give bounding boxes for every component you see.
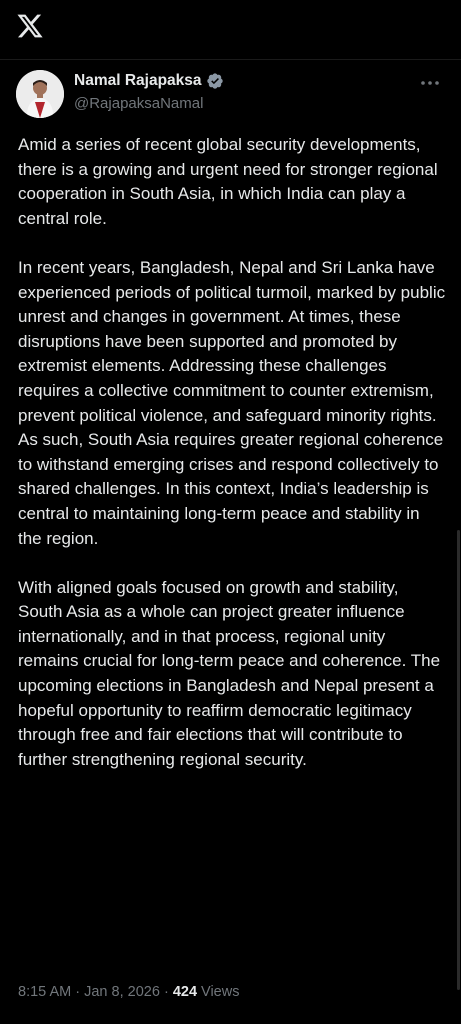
views-count[interactable]: 424 [173,984,197,1000]
verified-badge-icon [206,73,223,89]
tweet-text: Amid a series of recent global security … [18,133,446,772]
author-handle[interactable]: @RajapaksaNamal [74,95,203,112]
tweet-paragraph: With aligned goals focused on growth and… [18,577,441,769]
author-name-row: Namal Rajapaksa [74,72,224,90]
tweet-author: Namal Rajapaksa @RajapaksaNamal [16,70,445,120]
scrollbar[interactable] [457,530,460,990]
meta-separator: · [163,984,169,1000]
tweet-date[interactable]: Jan 8, 2026 [84,984,160,1000]
tweet-paragraph: In recent years, Bangladesh, Nepal and S… [18,257,446,548]
x-logo-icon[interactable] [16,12,44,40]
more-horizontal-icon[interactable] [419,76,441,90]
avatar[interactable] [16,70,64,118]
tweet-metadata: 8:15 AM · Jan 8, 2026 · 424 Views [18,984,239,1000]
author-display-name[interactable]: Namal Rajapaksa [74,72,202,90]
header-divider [0,59,461,60]
profile-photo-icon [16,70,64,118]
tweet-time[interactable]: 8:15 AM [18,984,71,1000]
tweet-paragraph: Amid a series of recent global security … [18,135,438,228]
meta-separator: · [75,984,81,1000]
views-label: Views [201,984,240,1000]
